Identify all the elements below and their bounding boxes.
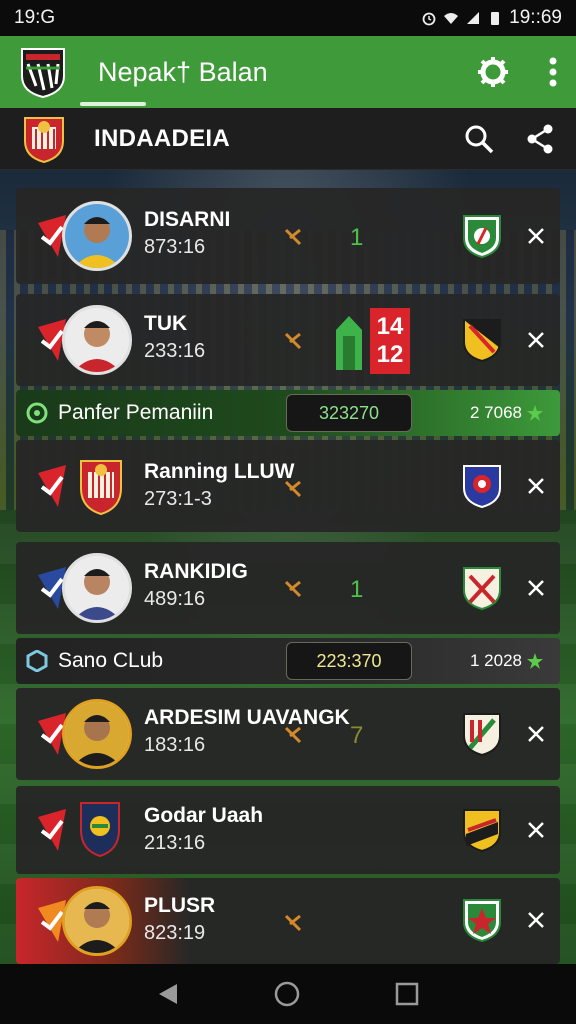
app-bar: Nepak† Balan — [0, 36, 576, 108]
home-icon[interactable] — [273, 980, 301, 1008]
match-time: 183:16 — [144, 734, 206, 756]
cross-mark-icon — [284, 726, 302, 744]
club-shield-icon — [26, 650, 48, 672]
match-time: 489:16 — [144, 588, 206, 610]
match-score: 1 — [350, 576, 364, 603]
close-icon[interactable] — [526, 476, 546, 496]
close-icon[interactable] — [526, 820, 546, 840]
app-title: Nepak† Balan — [98, 56, 268, 87]
navigation-bar — [0, 964, 576, 1024]
club-crest-icon — [24, 116, 64, 163]
trophy-icon — [336, 316, 362, 370]
match-time: 233:16 — [144, 340, 206, 362]
club-crest-icon — [80, 460, 122, 516]
player-name: TUK — [144, 312, 188, 335]
country-flag-icon — [38, 465, 66, 507]
match-time: 213:16 — [144, 832, 206, 854]
close-icon[interactable] — [526, 910, 546, 930]
recents-icon[interactable] — [395, 982, 419, 1006]
battery-icon — [491, 12, 500, 25]
score-top: 14 — [376, 313, 404, 340]
club-badge-icon — [463, 899, 501, 942]
match-score: 1 — [350, 224, 364, 251]
club-value-text: 323270 — [318, 402, 380, 423]
signal-icon — [467, 12, 480, 24]
club-rating: 1 2028 — [470, 651, 544, 671]
player-row[interactable]: TUK 233:16 14 12 — [16, 294, 560, 386]
club-row[interactable]: Sano CLub 223:370 1 2028 — [16, 638, 560, 684]
match-time: 273:1-3 — [144, 488, 212, 510]
close-icon[interactable] — [526, 330, 546, 350]
status-icons: 19::69 — [421, 7, 562, 29]
player-row[interactable]: RANKIDIG 489:16 1 — [16, 542, 560, 634]
club-crest-icon — [80, 802, 120, 858]
cross-mark-icon — [284, 480, 302, 498]
match-score: 7 — [350, 722, 364, 749]
app-logo-icon — [21, 48, 65, 98]
back-icon[interactable] — [157, 982, 179, 1006]
club-badge-icon — [463, 567, 501, 610]
score-box: 14 12 — [370, 308, 410, 374]
close-icon[interactable] — [526, 578, 546, 598]
club-label: Sano CLub — [58, 649, 164, 672]
match-time: 873:16 — [144, 236, 206, 258]
player-name: PLUSR — [144, 894, 216, 917]
match-time: 823:19 — [144, 922, 206, 944]
share-icon[interactable] — [526, 124, 554, 154]
country-flag-icon — [38, 809, 66, 851]
search-icon[interactable] — [464, 124, 494, 154]
club-value: 323270 — [286, 394, 412, 432]
score-bottom: 12 — [376, 341, 404, 368]
player-avatar — [62, 201, 132, 271]
club-badge-icon — [463, 809, 501, 852]
close-icon[interactable] — [526, 226, 546, 246]
club-value: 223:370 — [286, 642, 412, 680]
club-shield-icon — [26, 402, 48, 424]
player-name: Ranning LLUW — [144, 460, 295, 483]
star-icon — [527, 405, 543, 421]
active-tab-indicator — [80, 102, 146, 106]
club-value-text: 223:370 — [316, 650, 382, 671]
player-row[interactable]: ARDESIM UAVANGK 183:16 7 — [16, 688, 560, 780]
club-badge-icon — [463, 465, 501, 508]
player-name: ARDESIM UAVANGK — [144, 706, 350, 729]
alarm-icon — [422, 12, 436, 26]
cross-mark-icon — [284, 914, 302, 932]
settings-icon[interactable] — [476, 55, 510, 89]
player-row[interactable]: PLUSR 823:19 — [16, 878, 560, 964]
player-avatar — [62, 886, 132, 956]
player-name: DISARNI — [144, 208, 231, 231]
player-row[interactable]: DISARNI 873:16 1 — [16, 188, 560, 284]
player-row[interactable]: Ranning LLUW 273:1-3 — [16, 440, 560, 532]
status-time-left: 19:G — [14, 7, 56, 28]
cross-mark-icon — [284, 332, 302, 350]
wifi-icon — [444, 13, 459, 24]
player-avatar — [62, 553, 132, 623]
club-rating: 2 7068 — [470, 403, 544, 423]
club-rating-text: 2 7068 — [470, 403, 522, 422]
club-badge-icon — [463, 713, 501, 756]
sub-header: INDAADEIA — [0, 108, 576, 170]
club-rating-text: 1 2028 — [470, 651, 522, 670]
close-icon[interactable] — [526, 724, 546, 744]
club-badge-icon — [463, 215, 501, 258]
status-bar: 19:G 19::69 — [0, 0, 576, 36]
cross-mark-icon — [284, 580, 302, 598]
player-name: RANKIDIG — [144, 560, 248, 583]
player-avatar — [62, 305, 132, 375]
club-badge-icon — [463, 319, 501, 362]
club-row[interactable]: Panfer Pemaniin 323270 2 7068 — [16, 390, 560, 436]
cross-mark-icon — [284, 228, 302, 246]
more-options-icon[interactable] — [548, 57, 558, 87]
star-icon — [527, 653, 543, 669]
player-name: Godar Uaah — [144, 804, 264, 827]
club-label: Panfer Pemaniin — [58, 401, 214, 424]
section-title: INDAADEIA — [94, 124, 231, 152]
player-avatar — [62, 699, 132, 769]
player-row[interactable]: Godar Uaah 213:16 — [16, 786, 560, 874]
status-time-right: 19::69 — [509, 7, 562, 28]
